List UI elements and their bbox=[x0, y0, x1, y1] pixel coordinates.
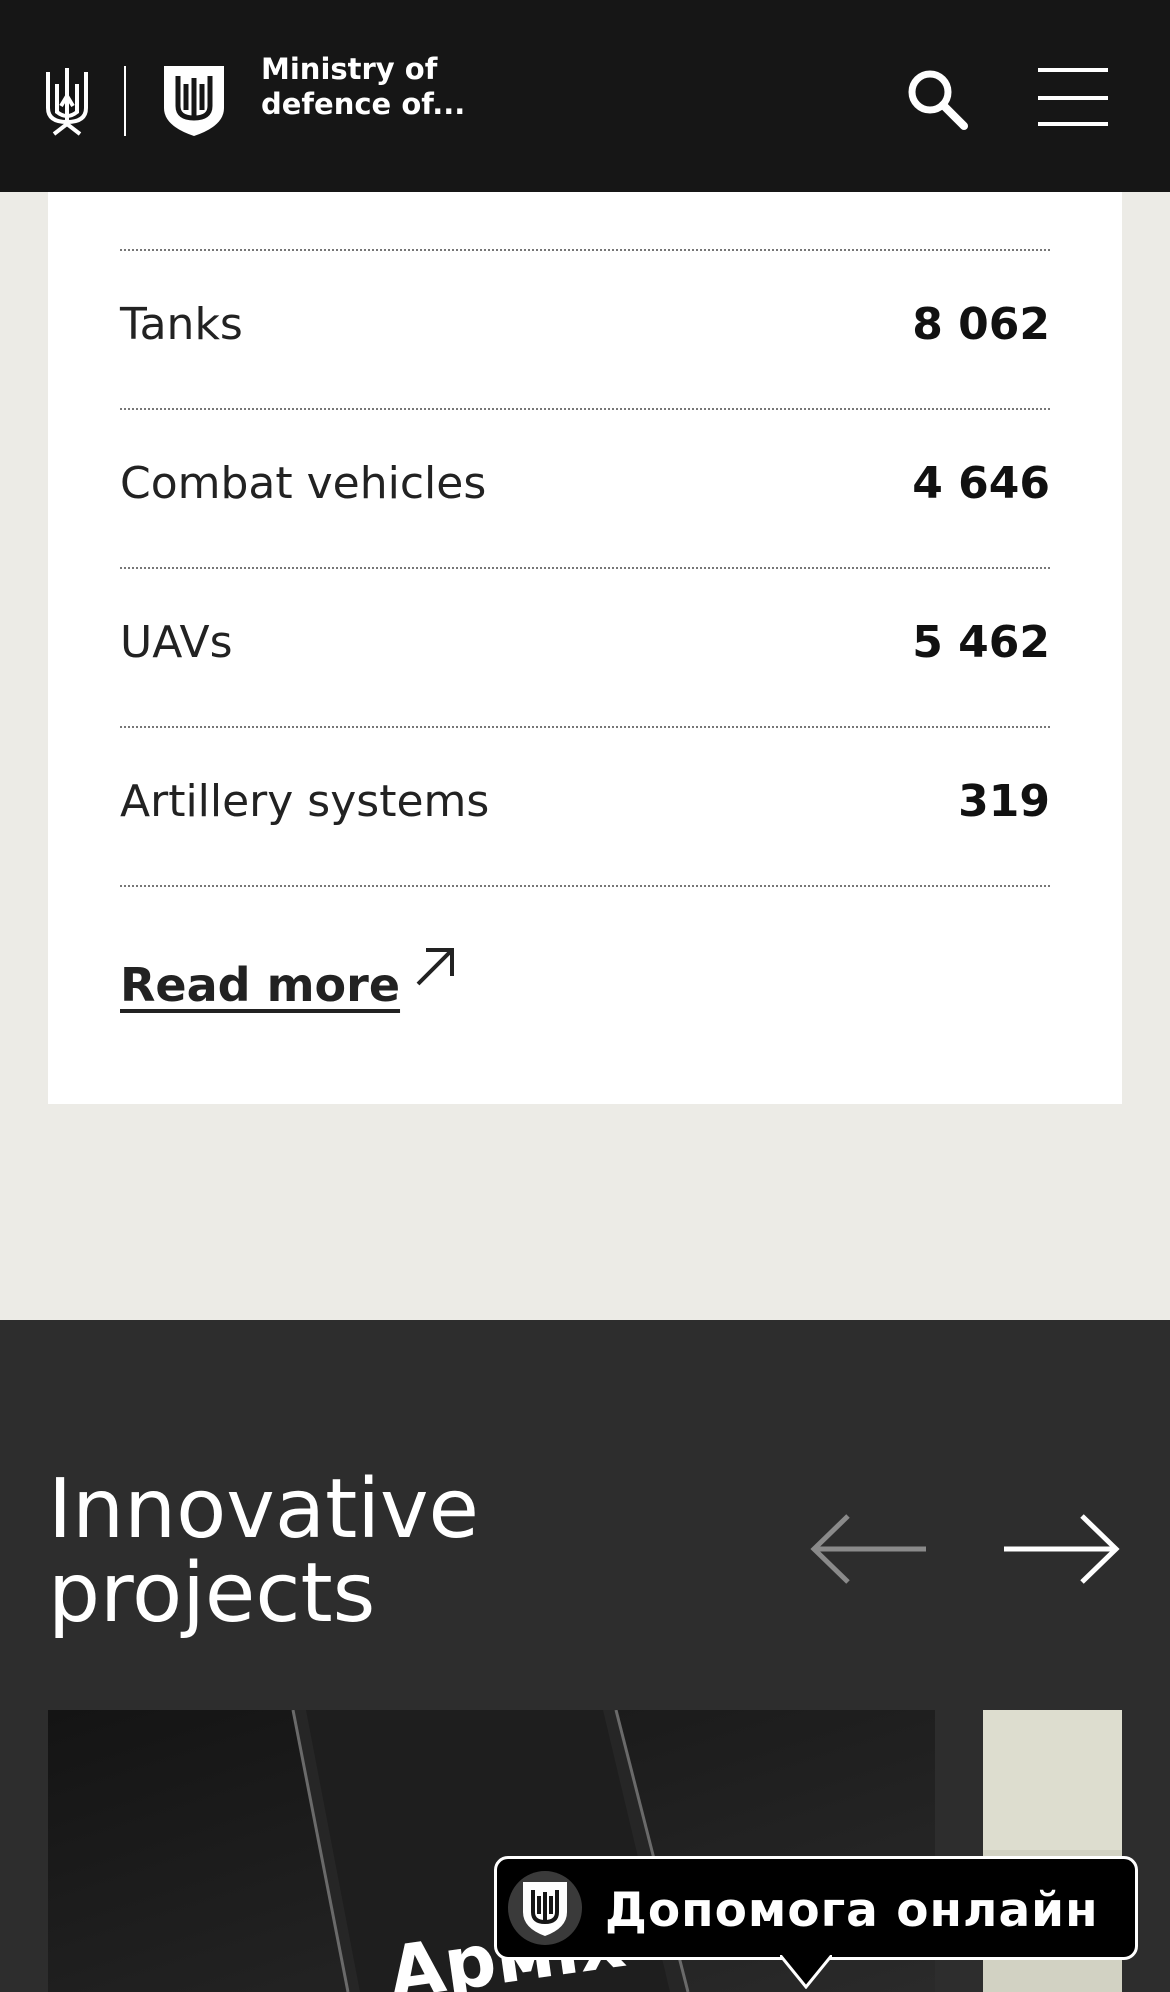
enemy-losses-card: Tanks 8 062 Combat vehicles 4 646 UAVs 5… bbox=[48, 150, 1122, 1104]
losses-label: UAVs bbox=[120, 617, 233, 668]
search-icon[interactable] bbox=[900, 62, 972, 134]
losses-value: 319 bbox=[958, 776, 1050, 827]
losses-row-combat-vehicles: Combat vehicles 4 646 bbox=[120, 408, 1050, 567]
losses-row-artillery: Artillery systems 319 bbox=[120, 726, 1050, 887]
menu-bar bbox=[1038, 68, 1108, 72]
help-bubble-tail bbox=[780, 1955, 832, 1989]
site-header: Ministry of defence of... bbox=[0, 0, 1170, 192]
header-divider bbox=[124, 66, 126, 136]
arrow-left-icon[interactable] bbox=[808, 1512, 930, 1586]
losses-row-tanks: Tanks 8 062 bbox=[120, 249, 1050, 408]
brand-line-1: Ministry of bbox=[261, 52, 438, 86]
mod-shield-icon bbox=[508, 1871, 582, 1945]
section-title-line-1: Innovative bbox=[48, 1462, 479, 1557]
losses-value: 5 462 bbox=[912, 617, 1050, 668]
trident-emblem-icon[interactable] bbox=[44, 66, 90, 136]
hamburger-menu-icon[interactable] bbox=[1036, 64, 1112, 130]
section-title-line-2: projects bbox=[48, 1546, 376, 1641]
read-more-link[interactable]: Read more bbox=[120, 958, 400, 1012]
section-title: Innovative projects bbox=[48, 1468, 608, 1636]
losses-row-uavs: UAVs 5 462 bbox=[120, 567, 1050, 726]
mod-shield-logo[interactable] bbox=[162, 64, 226, 138]
losses-label: Artillery systems bbox=[120, 776, 490, 827]
help-online-label: Допомога онлайн bbox=[605, 1883, 1099, 1938]
help-online-button[interactable]: Допомога онлайн bbox=[494, 1856, 1138, 1960]
losses-value: 8 062 bbox=[912, 299, 1050, 350]
losses-label: Tanks bbox=[120, 299, 243, 350]
menu-bar bbox=[1038, 96, 1108, 100]
brand-name[interactable]: Ministry of defence of... bbox=[261, 52, 465, 122]
arrow-up-right-icon[interactable] bbox=[410, 942, 460, 992]
losses-label: Combat vehicles bbox=[120, 458, 487, 509]
losses-value: 4 646 bbox=[912, 458, 1050, 509]
menu-bar bbox=[1038, 122, 1108, 126]
arrow-right-icon[interactable] bbox=[1000, 1512, 1122, 1586]
losses-list: Tanks 8 062 Combat vehicles 4 646 UAVs 5… bbox=[120, 249, 1050, 887]
brand-line-2: defence of... bbox=[261, 87, 466, 121]
